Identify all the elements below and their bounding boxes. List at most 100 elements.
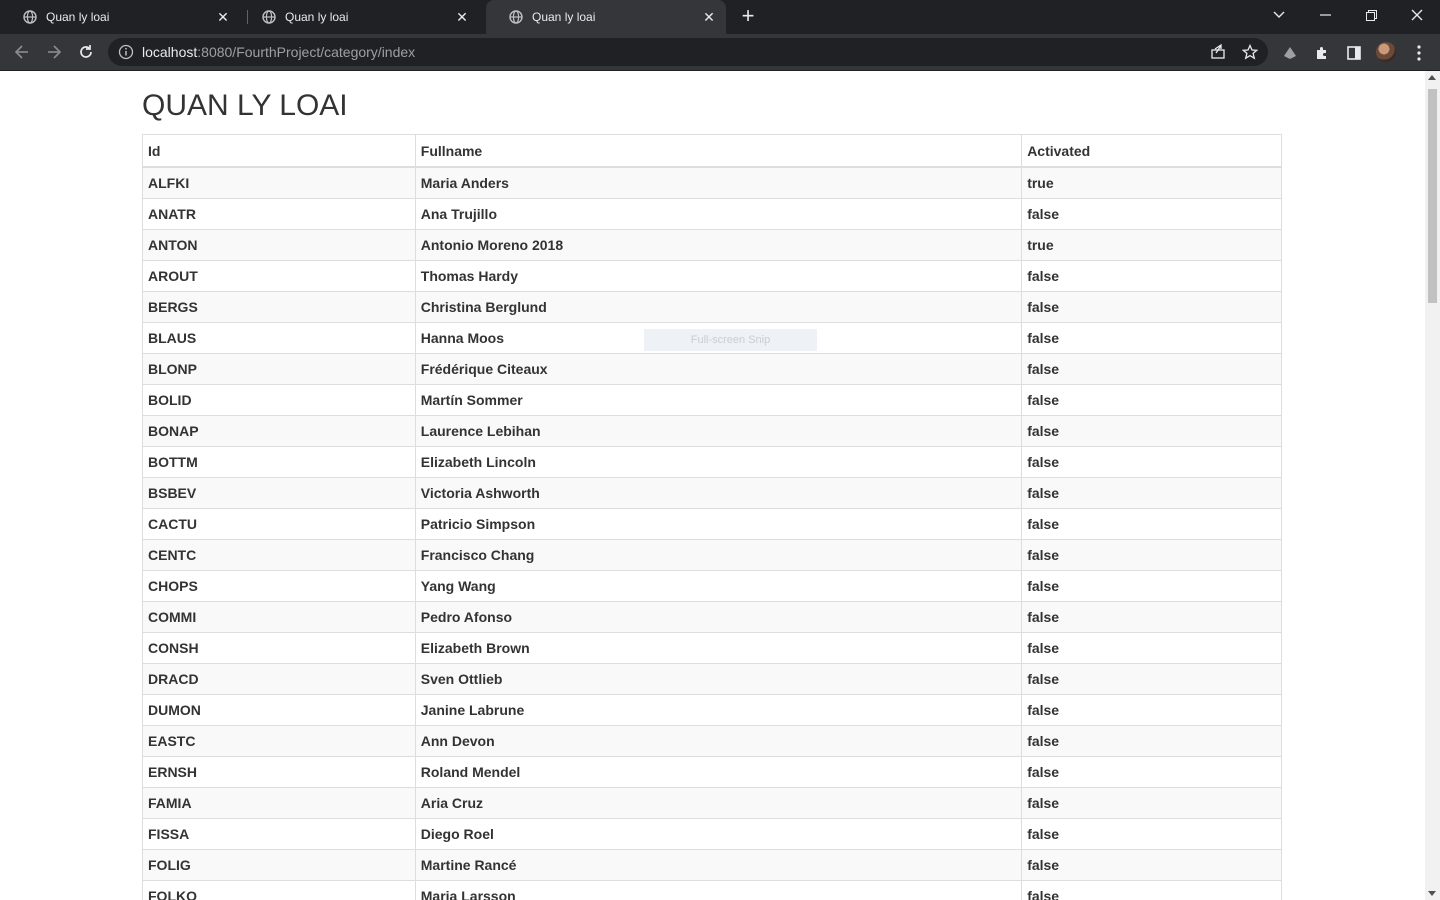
address-bar[interactable]: localhost:8080/FourthProject/category/in…	[108, 38, 1268, 66]
cell-fullname: Antonio Moreno 2018	[414, 229, 1023, 261]
cell-id: ERNSH	[142, 756, 416, 788]
cell-activated: false	[1021, 601, 1282, 633]
cell-id: BOLID	[142, 384, 416, 416]
table-row: BOTTM Elizabeth Lincoln false	[142, 446, 1282, 478]
cell-id: BLAUS	[142, 322, 416, 354]
back-arrow-icon[interactable]	[10, 40, 34, 64]
cell-activated: false	[1021, 756, 1282, 788]
table-row: FOLKO Maria Larsson false	[142, 880, 1282, 900]
cell-id: CHOPS	[142, 570, 416, 602]
browser-tab-active[interactable]: Quan ly loai ✕	[486, 0, 726, 34]
cell-id: ANATR	[142, 198, 416, 230]
table-row: ANATR Ana Trujillo false	[142, 198, 1282, 230]
cell-activated: true	[1021, 166, 1282, 199]
cell-activated: false	[1021, 322, 1282, 354]
table-row: FOLIG Martine Rancé false	[142, 849, 1282, 881]
cell-id: BOTTM	[142, 446, 416, 478]
url-text: localhost:8080/FourthProject/category/in…	[142, 44, 415, 60]
url-path: :8080/FourthProject/category/index	[197, 44, 416, 60]
table-header-row: Id Fullname Activated	[142, 134, 1282, 168]
cell-fullname: Janine Labrune	[414, 694, 1023, 726]
cell-activated: false	[1021, 477, 1282, 509]
cell-fullname: Victoria Ashworth	[414, 477, 1023, 509]
reload-icon[interactable]	[74, 40, 98, 64]
cell-fullname: Ann Devon	[414, 725, 1023, 757]
cell-activated: false	[1021, 508, 1282, 540]
tab-title: Quan ly loai	[46, 10, 110, 24]
restore-icon[interactable]	[1348, 0, 1394, 30]
table-row: ALFKI Maria Anders true	[142, 166, 1282, 199]
cell-id: CENTC	[142, 539, 416, 571]
cell-id: BERGS	[142, 291, 416, 323]
tab-search-icon[interactable]	[1256, 0, 1302, 30]
scrollbar-thumb[interactable]	[1428, 89, 1437, 303]
table-row: FISSA Diego Roel false	[142, 818, 1282, 850]
new-tab-button[interactable]: +	[737, 5, 759, 28]
cell-activated: false	[1021, 663, 1282, 695]
url-host: localhost	[142, 44, 198, 60]
cell-id: COMMI	[142, 601, 416, 633]
puzzle-icon[interactable]	[1313, 44, 1331, 62]
cell-activated: false	[1021, 694, 1282, 726]
info-icon[interactable]	[118, 44, 134, 60]
cell-activated: false	[1021, 539, 1282, 571]
table-row: COMMI Pedro Afonso false	[142, 601, 1282, 633]
cell-fullname: Pedro Afonso	[414, 601, 1023, 633]
cell-activated: true	[1021, 229, 1282, 261]
browser-tab[interactable]: Quan ly loai ✕	[239, 0, 479, 34]
browser-tab[interactable]: Quan ly loai ✕	[0, 0, 240, 34]
cell-activated: false	[1021, 787, 1282, 819]
cell-fullname: Patricio Simpson	[414, 508, 1023, 540]
close-tab-icon[interactable]: ✕	[214, 8, 232, 26]
cell-activated: false	[1021, 260, 1282, 292]
star-icon[interactable]	[1241, 43, 1259, 60]
cell-fullname: Laurence Lebihan	[414, 415, 1023, 447]
cell-id: FAMIA	[142, 787, 416, 819]
page-title: QUAN LY LOAI	[142, 89, 348, 122]
menu-kebab-icon[interactable]	[1410, 44, 1428, 62]
cell-activated: false	[1021, 198, 1282, 230]
table-row: CONSH Elizabeth Brown false	[142, 632, 1282, 664]
cell-activated: false	[1021, 849, 1282, 881]
cell-fullname: Francisco Chang	[414, 539, 1023, 571]
table-row: FAMIA Aria Cruz false	[142, 787, 1282, 819]
cell-id: CONSH	[142, 632, 416, 664]
cell-id: BLONP	[142, 353, 416, 385]
forward-arrow-icon[interactable]	[42, 40, 66, 64]
table-body: ALFKI Maria Anders true ANATR Ana Trujillo fa…	[142, 166, 1282, 900]
table-row: BERGS Christina Berglund false	[142, 291, 1282, 323]
extension-icon[interactable]	[1281, 44, 1299, 62]
cell-id: DRACD	[142, 663, 416, 695]
cell-fullname: Yang Wang	[414, 570, 1023, 602]
table-row: AROUT Thomas Hardy false	[142, 260, 1282, 292]
cell-id: DUMON	[142, 694, 416, 726]
cell-fullname: Maria Larsson	[414, 880, 1023, 900]
side-panel-icon[interactable]	[1345, 44, 1363, 62]
globe-icon	[508, 9, 524, 25]
cell-fullname: Frédérique Citeaux	[414, 353, 1023, 385]
category-table: Id Fullname Activated ALFKI Maria Anders t…	[142, 134, 1282, 900]
cell-activated: false	[1021, 818, 1282, 850]
close-tab-icon[interactable]: ✕	[453, 8, 471, 26]
table-row: CACTU Patricio Simpson false	[142, 508, 1282, 540]
table-row: ERNSH Roland Mendel false	[142, 756, 1282, 788]
vertical-scrollbar[interactable]	[1425, 71, 1440, 900]
cell-fullname: Roland Mendel	[414, 756, 1023, 788]
close-window-icon[interactable]	[1394, 0, 1440, 30]
close-tab-icon[interactable]: ✕	[700, 8, 718, 26]
cell-fullname: Sven Ottlieb	[414, 663, 1023, 695]
cell-fullname: Aria Cruz	[414, 787, 1023, 819]
scroll-up-icon[interactable]	[1428, 75, 1436, 80]
cell-fullname: Elizabeth Lincoln	[414, 446, 1023, 478]
globe-icon	[22, 9, 38, 25]
cell-fullname: Elizabeth Brown	[414, 632, 1023, 664]
minimize-icon[interactable]	[1302, 0, 1348, 30]
profile-avatar[interactable]	[1376, 42, 1396, 62]
cell-activated: false	[1021, 384, 1282, 416]
scroll-down-icon[interactable]	[1428, 891, 1436, 896]
cell-id: FOLIG	[142, 849, 416, 881]
column-header-activated: Activated	[1021, 134, 1282, 168]
cell-activated: false	[1021, 415, 1282, 447]
share-icon[interactable]	[1210, 43, 1226, 60]
globe-icon	[261, 9, 277, 25]
